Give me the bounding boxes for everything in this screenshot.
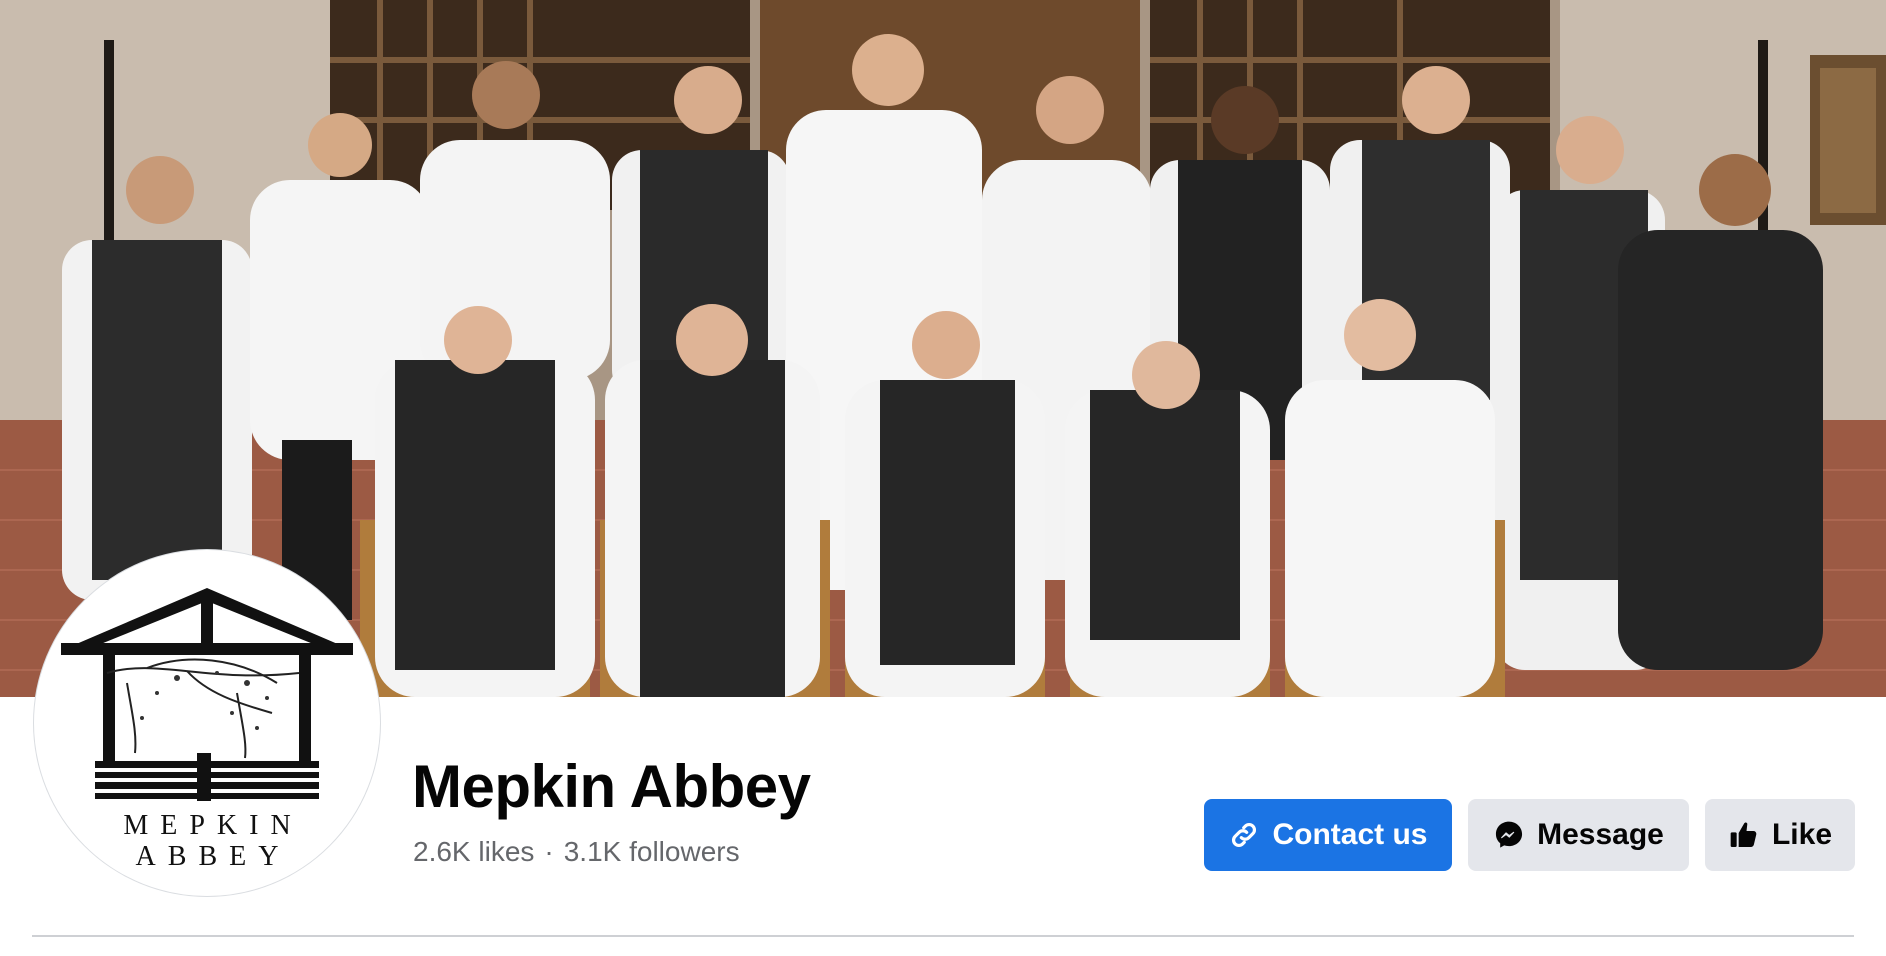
message-label: Message bbox=[1537, 818, 1664, 851]
likes-count[interactable]: 2.6K likes bbox=[413, 836, 534, 867]
link-icon bbox=[1228, 819, 1260, 851]
like-label: Like bbox=[1771, 818, 1833, 851]
page-title[interactable]: Mepkin Abbey bbox=[412, 752, 811, 821]
logo-text-line1: MEPKIN bbox=[123, 810, 303, 841]
contact-us-button[interactable]: Contact us bbox=[1204, 799, 1452, 871]
stats-separator: · bbox=[544, 836, 554, 867]
page-stats: 2.6K likes · 3.1K followers bbox=[413, 836, 740, 868]
profile-avatar[interactable]: MEPKIN ABBEY bbox=[34, 550, 380, 896]
message-button[interactable]: Message bbox=[1468, 799, 1689, 871]
thumbs-up-icon bbox=[1728, 819, 1760, 851]
messenger-icon bbox=[1493, 819, 1525, 851]
header-divider bbox=[32, 935, 1854, 937]
contact-us-label: Contact us bbox=[1272, 818, 1428, 851]
followers-count[interactable]: 3.1K followers bbox=[564, 836, 740, 867]
logo-text-line2: ABBEY bbox=[135, 841, 291, 872]
like-button[interactable]: Like bbox=[1705, 799, 1855, 871]
